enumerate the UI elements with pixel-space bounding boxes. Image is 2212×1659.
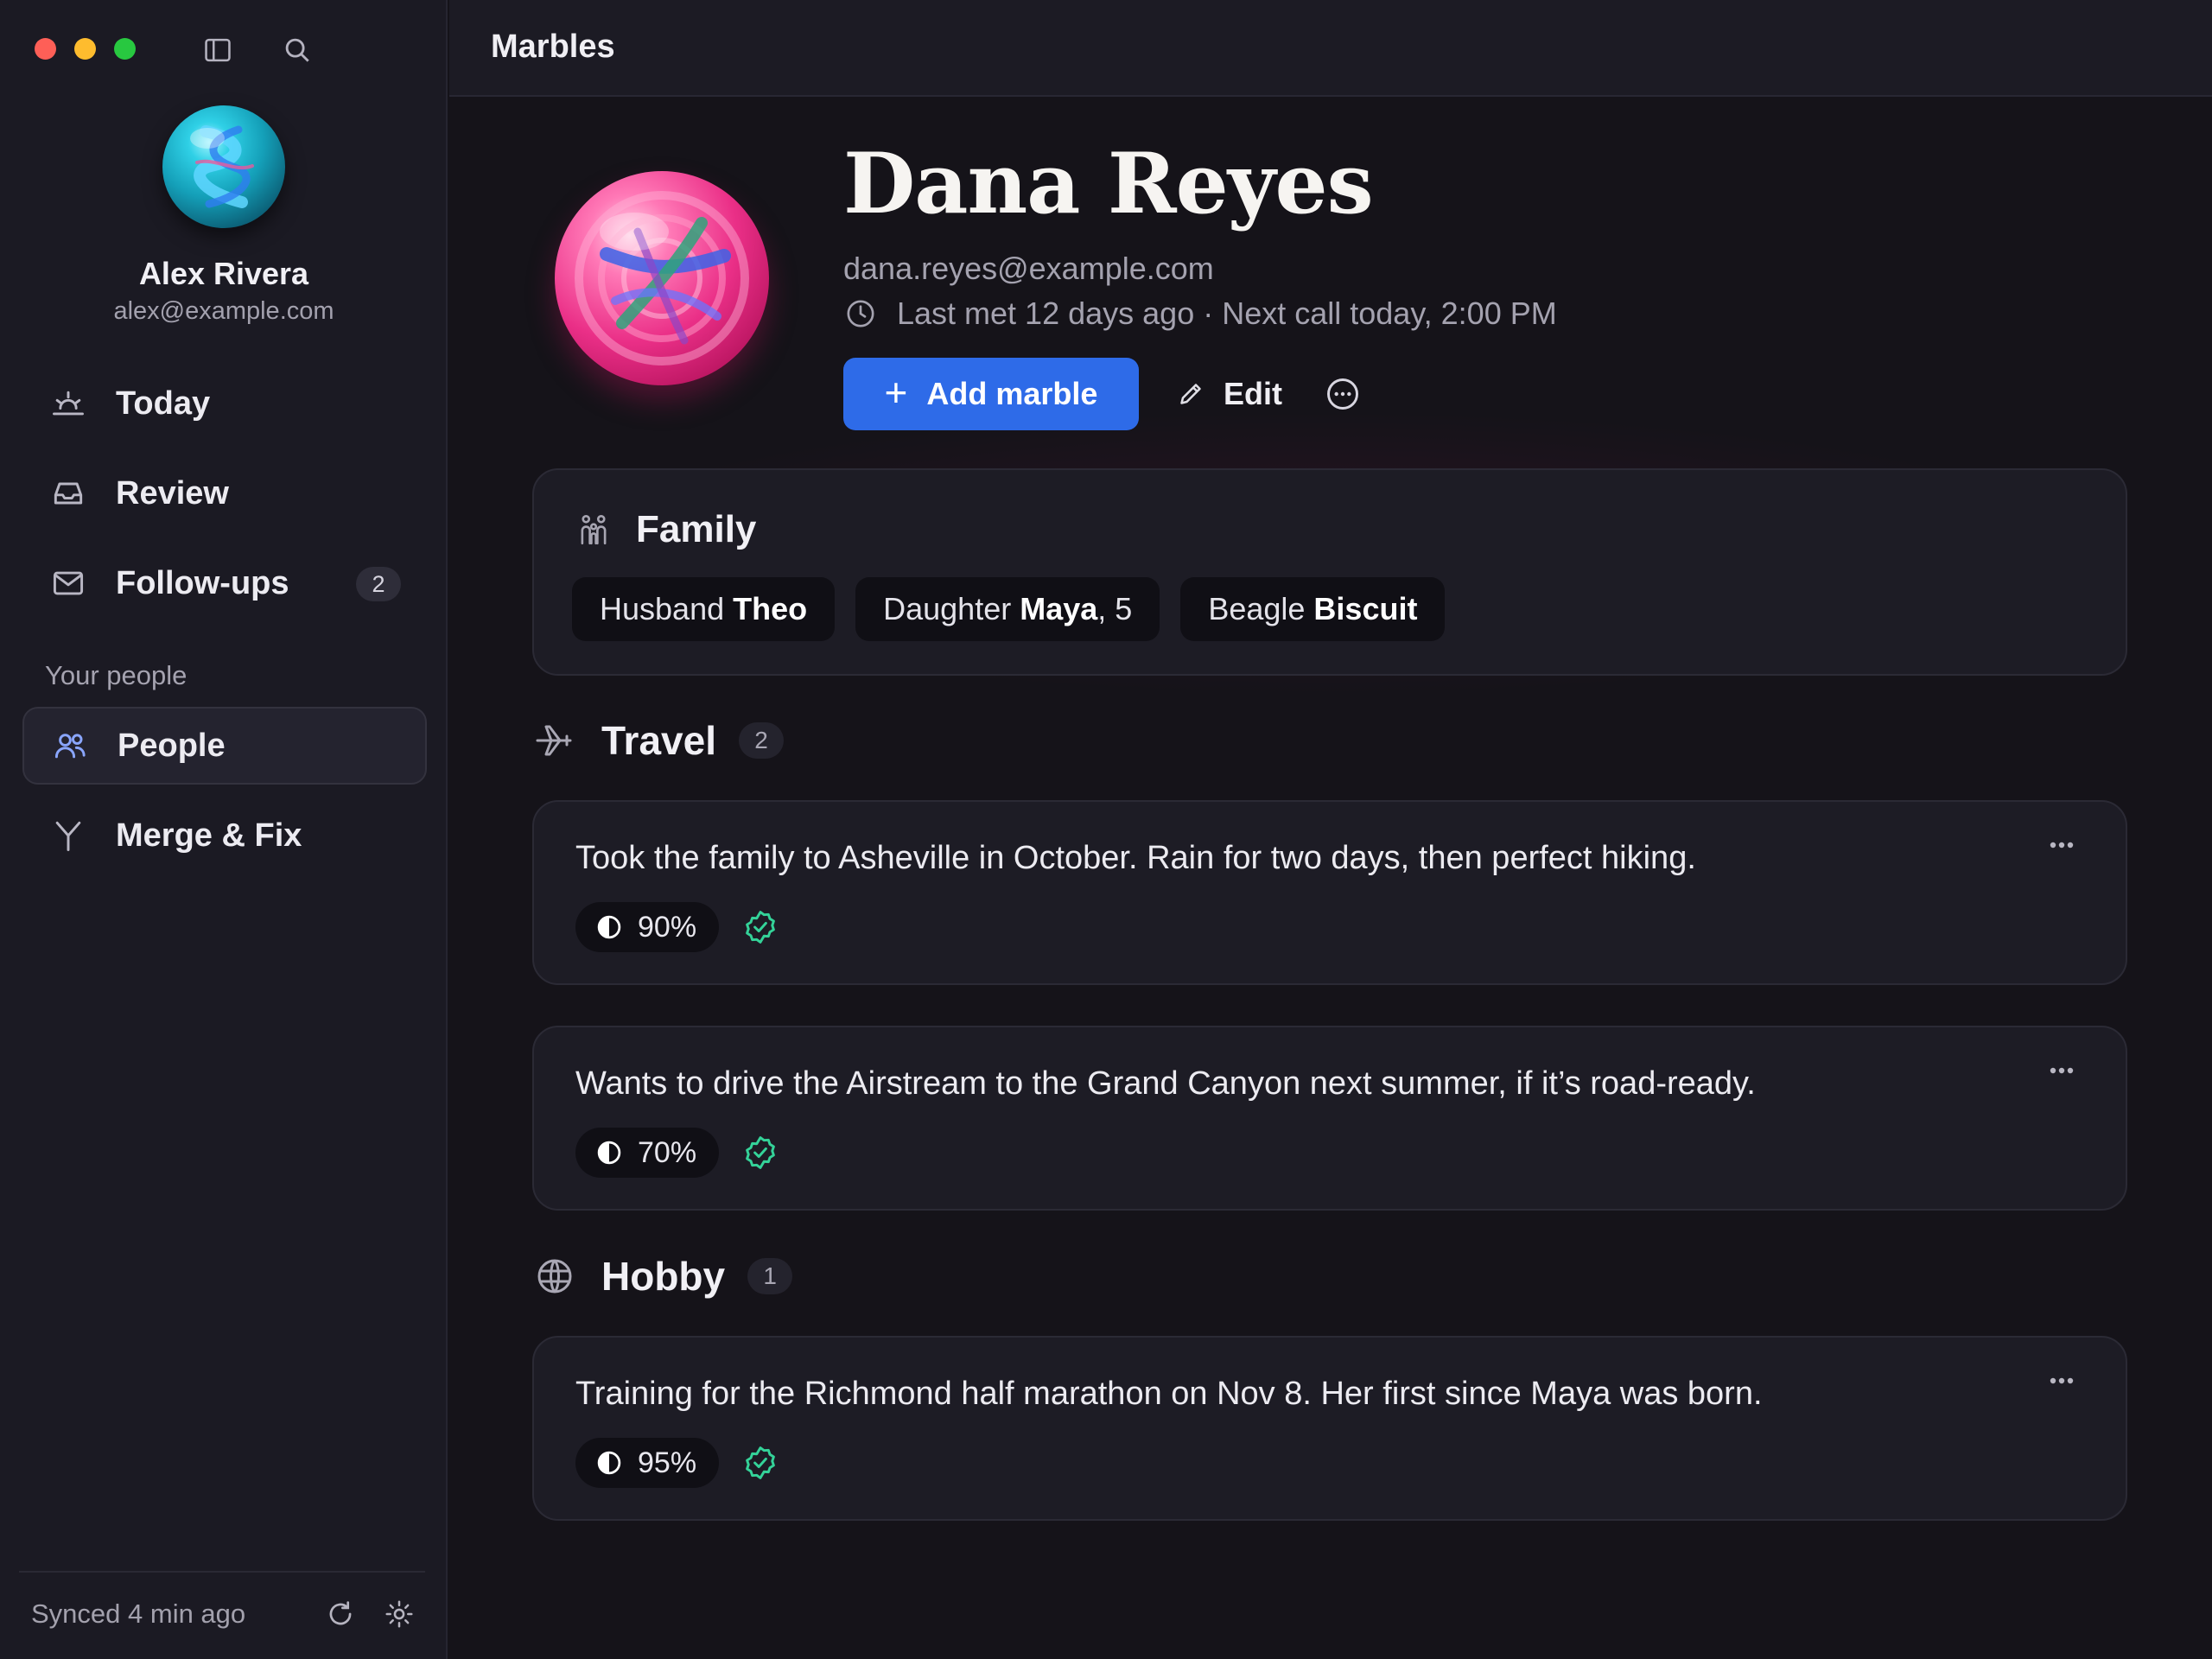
note-card[interactable]: Took the family to Asheville in October.… [532,800,2127,985]
travel-section-header: Travel 2 [534,717,784,764]
note-menu-icon[interactable] [2043,833,2081,857]
family-icon [581,514,607,545]
family-header: Family [575,508,756,551]
mail-icon [48,563,88,603]
note-text: Wants to drive the Airstream to the Gran… [575,1065,1756,1102]
person-name: Dana Reyes [843,135,1374,232]
user-avatar[interactable] [162,105,285,228]
add-marble-label: Add marble [926,376,1098,411]
sidebar-footer-divider [19,1571,425,1573]
edit-label: Edit [1224,376,1282,411]
window-title: Marbles [491,29,615,65]
hobby-count-badge: 1 [747,1258,793,1294]
family-chip[interactable]: Husband Theo [572,577,836,641]
merge-icon [48,816,88,855]
family-title: Family [636,508,757,550]
confidence-pill: 95% [575,1438,719,1488]
note-text: Took the family to Asheville in October.… [575,840,1696,876]
verified-badge-icon [741,1134,779,1172]
plus-icon: + [884,370,908,415]
zoom-window-button[interactable] [114,38,136,60]
more-options-icon[interactable] [1324,375,1362,413]
edit-button[interactable]: Edit [1175,372,1282,416]
hobby-title: Hobby [601,1254,726,1299]
verified-badge-icon [741,1444,779,1482]
section-label-your-people: Your people [45,660,188,690]
person-meta-text: Last met 12 days ago · Next call today, … [897,296,1557,331]
chip-name: Maya [1020,591,1098,626]
search-icon[interactable] [280,33,315,67]
family-card: Family Husband Theo Daughter Maya, 5 Beagl… [532,468,2127,676]
sunrise-icon [48,384,88,423]
nav-label-today: Today [116,385,211,422]
family-chips: Husband Theo Daughter Maya, 5 Beagle Biscui… [572,577,1446,641]
chip-suffix: , 5 [1097,591,1133,626]
sidebar: Alex Rivera alex@example.com Today Revie… [0,0,448,1659]
users-icon [50,726,90,766]
sidebar-toggle-icon[interactable] [200,33,235,67]
user-name: Alex Rivera [138,256,309,291]
note-menu-icon[interactable] [2043,1058,2081,1083]
nav-item-merge-fix[interactable]: Merge & Fix [22,797,427,874]
clock-icon [847,300,874,327]
pencil-icon [1180,384,1201,404]
nav-label-people: People [118,727,226,764]
add-marble-button[interactable]: + Add marble [843,358,1139,430]
note-card[interactable]: Training for the Richmond half marathon … [532,1336,2127,1521]
sync-status: Synced 4 min ago [31,1599,246,1629]
nav-item-people[interactable]: People [22,707,427,785]
window-controls [35,38,136,60]
travel-count-badge: 2 [739,722,784,759]
refresh-icon[interactable] [321,1595,359,1633]
half-circle-icon [597,915,621,939]
person-avatar[interactable] [555,171,769,385]
title-bar: Marbles [449,0,2212,97]
chip-relation: Husband [600,591,725,626]
chip-name: Biscuit [1313,591,1418,626]
nav-item-review[interactable]: Review [22,454,427,532]
nav-item-followups[interactable]: Follow-ups 2 [22,544,427,622]
note-card[interactable]: Wants to drive the Airstream to the Gran… [532,1026,2127,1211]
person-meta: Last met 12 days ago · Next call today, … [843,296,1557,332]
half-circle-icon [597,1451,621,1475]
minimize-window-button[interactable] [74,38,96,60]
hobby-section-header: Hobby 1 [534,1253,793,1300]
confidence-pill: 90% [575,902,719,952]
half-circle-icon [597,1141,621,1165]
chip-relation: Beagle [1208,591,1306,626]
followups-count-badge: 2 [356,567,401,601]
plane-icon [536,725,572,756]
confidence-value: 95% [638,1446,697,1479]
confidence-pill: 70% [575,1128,719,1178]
note-text: Training for the Richmond half marathon … [575,1376,1763,1412]
family-chip[interactable]: Beagle Biscuit [1180,577,1446,641]
nav-label-review: Review [116,474,229,512]
inbox-icon [48,474,88,513]
settings-icon[interactable] [380,1595,418,1633]
person-email[interactable]: dana.reyes@example.com [843,251,1214,287]
confidence-value: 70% [638,1135,697,1169]
nav-item-today[interactable]: Today [22,365,427,442]
chip-relation: Daughter [883,591,1012,626]
globe-icon [537,1259,572,1294]
close-window-button[interactable] [35,38,56,60]
family-chip[interactable]: Daughter Maya, 5 [855,577,1160,641]
chip-name: Theo [733,591,808,626]
nav-label-followups: Follow-ups [116,564,289,601]
nav-label-merge-fix: Merge & Fix [116,817,302,854]
verified-badge-icon [741,908,779,946]
confidence-value: 90% [638,910,697,944]
user-email: alex@example.com [113,297,334,325]
travel-title: Travel [601,718,716,763]
note-menu-icon[interactable] [2043,1369,2081,1393]
